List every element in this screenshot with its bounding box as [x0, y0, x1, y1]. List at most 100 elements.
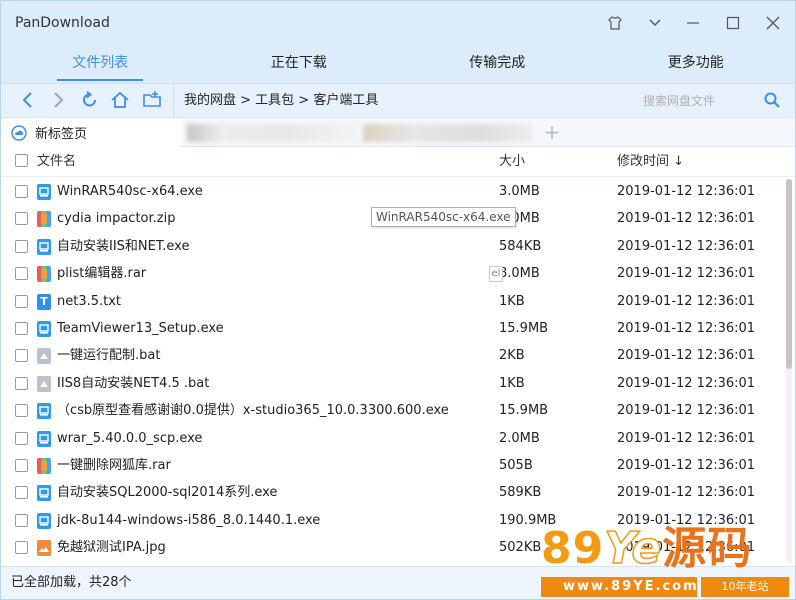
home-icon[interactable] [109, 89, 131, 111]
tab-completed[interactable]: 传输完成 [398, 45, 597, 83]
row-checkbox[interactable] [15, 541, 28, 555]
header-name[interactable]: 文件名 [37, 147, 76, 176]
file-modified-date: 2019-01-12 12:36:01 [617, 211, 756, 227]
file-size: 589KB [499, 485, 542, 501]
row-checkbox[interactable] [15, 376, 28, 390]
file-row[interactable]: WinRAR540sc-x64.exe 3.0MB 2019-01-12 12:36… [1, 178, 787, 206]
maximize-button[interactable] [719, 9, 747, 37]
file-name: plist编辑器.rar [57, 266, 147, 282]
file-modified-date: 2019-01-12 12:36:01 [617, 293, 756, 309]
header-modified[interactable]: 修改时间 ↓ [617, 147, 684, 176]
search-icon[interactable] [763, 91, 781, 113]
image-icon [37, 540, 51, 557]
file-modified-date: 2019-01-12 12:36:01 [617, 321, 756, 336]
file-name: jdk-8u144-windows-i586_8.0.1440.1.exe [57, 512, 321, 528]
cloud-icon [11, 124, 27, 141]
blurred-tab[interactable] [363, 124, 533, 142]
archive-icon [37, 211, 51, 228]
exe-icon [37, 321, 51, 337]
file-name: （csb原型查看感谢谢0.0提供）x-studio365_10.0.3300.6… [57, 403, 449, 419]
file-name: wrar_5.40.0.0_scp.exe [57, 430, 203, 446]
back-arrow-icon[interactable] [17, 89, 39, 111]
file-size: 8.0MB [499, 266, 540, 282]
file-row[interactable]: TeamViewer13_Setup.exe 15.9MB 2019-01-12 1… [1, 315, 787, 343]
row-checkbox[interactable] [15, 294, 28, 308]
chevron-down-icon[interactable] [641, 9, 669, 37]
row-checkbox[interactable] [15, 212, 28, 226]
new-tab-label: 新标签页 [35, 127, 88, 142]
row-checkbox[interactable] [15, 267, 28, 281]
row-checkbox[interactable] [15, 185, 28, 198]
file-name: 一键运行配制.bat [57, 348, 161, 364]
tab-downloading[interactable]: 正在下载 [200, 45, 399, 83]
new-tab[interactable]: 新标签页 [1, 118, 181, 147]
file-name: net3.5.txt [57, 293, 122, 309]
file-row[interactable]: 自动安装IIS和NET.exe 584KB 2019-01-12 12:36:01 [1, 233, 787, 261]
file-size: 505B [499, 458, 533, 473]
file-row[interactable]: 一键运行配制.bat 2KB 2019-01-12 12:36:01 [1, 342, 787, 370]
file-row[interactable]: 一键删除网狐库.rar 505B 2019-01-12 12:36:01 [1, 452, 787, 480]
search-input[interactable] [633, 89, 761, 113]
file-name: 自动安装SQL2000-sql2014系列.exe [57, 485, 278, 501]
file-size: 2.0MB [499, 430, 540, 446]
minimize-button[interactable] [679, 9, 707, 37]
file-name: IIS8自动安装NET4.5 .bat [57, 375, 210, 391]
file-row[interactable]: IIS8自动安装NET4.5 .bat 1KB 2019-01-12 12:36:0… [1, 370, 787, 398]
file-size: 2KB [499, 348, 525, 364]
file-row[interactable]: wrar_5.40.0.0_scp.exe 2.0MB 2019-01-12 12:… [1, 425, 787, 453]
scroll-thumb[interactable] [786, 179, 792, 369]
row-checkbox[interactable] [15, 459, 28, 472]
blurred-tab[interactable] [187, 124, 359, 142]
tab-file-list[interactable]: 文件列表 [1, 45, 200, 83]
file-modified-date: 2019-01-12 12:36:01 [617, 458, 756, 473]
file-name: TeamViewer13_Setup.exe [57, 321, 224, 336]
file-modified-date: 2019-01-12 12:36:01 [617, 238, 756, 254]
watermark-logo: 89Ye源码 www.89YE.com 10年老站 [541, 521, 793, 597]
file-size: 1KB [499, 293, 525, 309]
exe-icon [37, 430, 51, 447]
row-checkbox[interactable] [15, 513, 28, 527]
row-checkbox[interactable] [15, 239, 28, 253]
scrollbar[interactable] [786, 179, 792, 563]
file-row[interactable]: Tnet3.5.txt 1KB 2019-01-12 12:36:01 [1, 288, 787, 316]
file-row[interactable]: plist编辑器.rar 8.0MB 2019-01-12 12:36:01 [1, 260, 787, 288]
new-folder-icon[interactable] [141, 89, 163, 111]
file-modified-date: 2019-01-12 12:36:01 [617, 375, 756, 391]
file-modified-date: 2019-01-12 12:36:01 [617, 184, 756, 199]
file-name: 自动安装IIS和NET.exe [57, 238, 190, 254]
row-checkbox[interactable] [15, 404, 28, 418]
refresh-icon[interactable] [79, 89, 101, 111]
file-size: 1KB [499, 375, 525, 391]
file-name: cydia impactor.zip [57, 211, 176, 227]
file-modified-date: 2019-01-12 12:36:01 [617, 403, 756, 419]
forward-arrow-icon[interactable] [47, 89, 69, 111]
watermark-slogan: 10年老站 [701, 577, 789, 597]
file-size: 15.9MB [499, 321, 549, 336]
header-size[interactable]: 大小 [499, 147, 525, 176]
select-all-checkbox[interactable] [15, 154, 28, 167]
pandownload-window: PanDownload 文件列表 正在下载 传输完成 更多功能 我的网盘 > 工… [0, 0, 796, 600]
row-checkbox[interactable] [15, 431, 28, 445]
breadcrumb[interactable]: 我的网盘 > 工具包 > 客户端工具 [173, 84, 378, 118]
row-checkbox[interactable] [15, 486, 28, 500]
close-button[interactable] [759, 9, 787, 37]
file-modified-date: 2019-01-12 12:36:01 [617, 348, 756, 364]
add-tab-icon[interactable]: + [541, 122, 563, 144]
file-name: 免越狱测试IPA.jpg [57, 540, 166, 556]
tab-more-features[interactable]: 更多功能 [597, 45, 796, 83]
file-row[interactable]: （csb原型查看感谢谢0.0提供）x-studio365_10.0.3300.6… [1, 397, 787, 425]
exe-icon [37, 485, 51, 502]
archive-icon [37, 266, 51, 283]
main-tabs: 文件列表 正在下载 传输完成 更多功能 [1, 45, 795, 83]
row-checkbox[interactable] [15, 322, 28, 335]
watermark-brand: 89Ye源码 [541, 522, 753, 575]
navigation-toolbar: 我的网盘 > 工具包 > 客户端工具 [1, 83, 795, 118]
file-row[interactable]: 自动安装SQL2000-sql2014系列.exe 589KB 2019-01-12… [1, 479, 787, 507]
file-size: 502KB [499, 540, 542, 556]
exe-icon [37, 403, 51, 420]
skin-shirt-icon[interactable] [601, 9, 629, 37]
search-box [633, 89, 789, 113]
text-icon: T [37, 293, 51, 310]
row-checkbox[interactable] [15, 349, 28, 363]
tooltip-fragment: el [489, 266, 503, 282]
